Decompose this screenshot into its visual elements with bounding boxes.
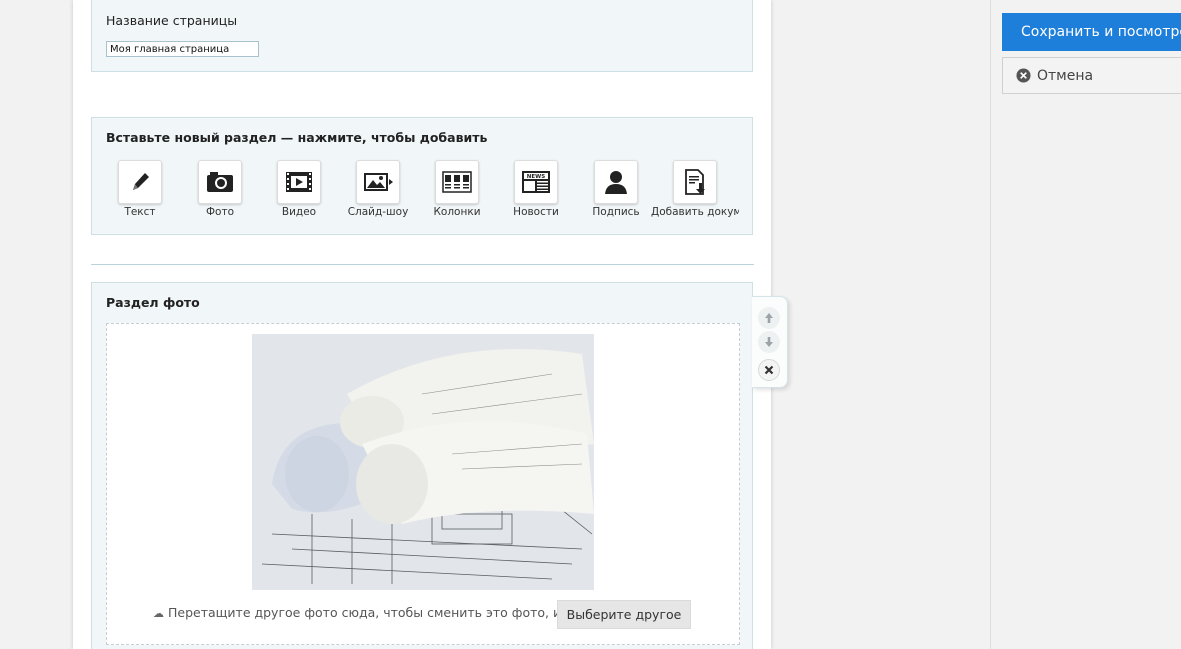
slideshow-icon xyxy=(356,160,400,204)
add-document-label: Добавить документ xyxy=(651,206,739,218)
camera-icon xyxy=(198,160,242,204)
video-icon xyxy=(277,160,321,204)
cancel-circle-icon xyxy=(1016,68,1031,83)
insert-section-panel: Вставьте новый раздел — нажмите, чтобы д… xyxy=(91,117,753,235)
arrow-up-icon xyxy=(765,313,773,323)
add-photo-label: Фото xyxy=(205,206,234,218)
columns-icon xyxy=(435,160,479,204)
add-text-label: Текст xyxy=(124,206,156,218)
page-title-label: Название страницы xyxy=(106,13,238,28)
drop-hint-text: Перетащите другое фото сюда, чтобы смени… xyxy=(167,605,578,620)
delete-section-button[interactable] xyxy=(758,359,780,381)
add-columns-section[interactable]: Колонки xyxy=(423,160,503,222)
newspaper-icon: NEWS xyxy=(514,160,558,204)
add-video-label: Видео xyxy=(281,206,317,218)
drop-hint: ☁ Перетащите другое фото сюда, чтобы сме… xyxy=(153,605,577,620)
photo-section-panel: Раздел фото ☁ Перетащите другое фото сюд… xyxy=(91,282,753,649)
add-text-section[interactable]: Текст xyxy=(106,160,186,222)
pencil-icon xyxy=(118,160,162,204)
move-up-button[interactable] xyxy=(758,307,780,329)
add-signature-section[interactable]: Подпись xyxy=(582,160,662,222)
close-icon xyxy=(764,365,774,375)
arrow-down-icon xyxy=(765,337,773,347)
add-video-section[interactable]: Видео xyxy=(265,160,345,222)
cloud-upload-icon: ☁ xyxy=(153,607,164,620)
photo-section-heading: Раздел фото xyxy=(106,295,200,310)
add-photo-section[interactable]: Фото xyxy=(186,160,266,222)
photo-dropzone[interactable]: ☁ Перетащите другое фото сюда, чтобы сме… xyxy=(106,323,740,645)
add-columns-label: Колонки xyxy=(433,206,481,218)
add-signature-label: Подпись xyxy=(592,206,640,218)
add-slideshow-label: Слайд-шоу xyxy=(347,206,409,218)
blueprint-photo xyxy=(252,334,594,590)
cancel-button[interactable]: Отмена xyxy=(1002,57,1181,94)
svg-text:NEWS: NEWS xyxy=(527,174,545,180)
page-title-input[interactable] xyxy=(106,41,259,57)
section-tools xyxy=(752,296,788,388)
choose-another-button[interactable]: Выберите другое xyxy=(557,600,691,629)
save-and-view-label: Сохранить и посмотреть xyxy=(1021,24,1181,40)
add-document-section[interactable]: Добавить документ xyxy=(651,160,741,222)
person-icon xyxy=(594,160,638,204)
insert-section-heading: Вставьте новый раздел — нажмите, чтобы д… xyxy=(106,130,488,145)
add-news-label: Новости xyxy=(513,206,559,218)
page-title-panel: Название страницы xyxy=(91,0,753,72)
section-divider xyxy=(91,264,754,265)
cancel-label: Отмена xyxy=(1037,67,1094,84)
move-down-button[interactable] xyxy=(758,331,780,353)
document-icon xyxy=(673,160,717,204)
section-type-list: Текст Фото Видео Слайд-шоу Колонки NEWS … xyxy=(106,160,746,222)
add-slideshow-section[interactable]: Слайд-шоу xyxy=(344,160,424,222)
editor-page: Название страницы Вставьте новый раздел … xyxy=(73,0,771,649)
save-and-view-button[interactable]: Сохранить и посмотреть xyxy=(1002,13,1181,51)
add-news-section[interactable]: NEWS Новости xyxy=(502,160,582,222)
right-sidebar xyxy=(990,0,1181,649)
